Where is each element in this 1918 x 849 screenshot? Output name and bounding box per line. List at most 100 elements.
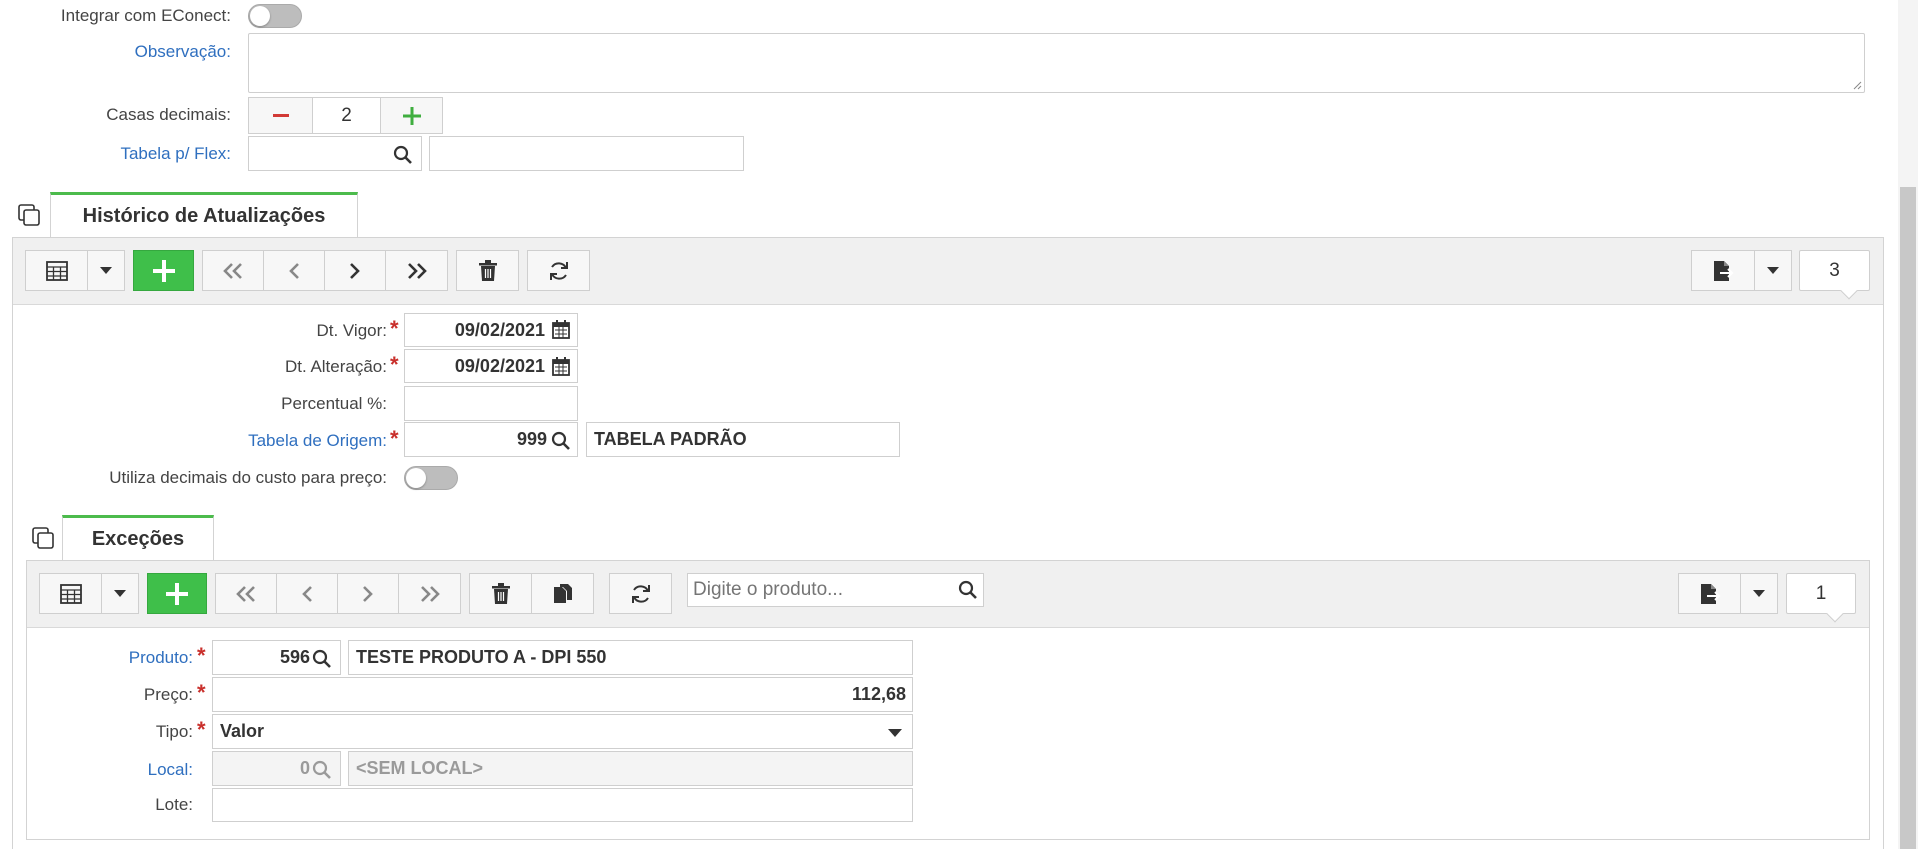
export-file-icon xyxy=(1700,583,1720,604)
chevron-left-icon xyxy=(302,585,312,602)
produto-label[interactable]: Produto: xyxy=(129,648,193,668)
tipo-label: Tipo: xyxy=(155,722,193,741)
dt-vigor-label: Dt. Vigor: xyxy=(316,321,387,340)
export-dropdown-button[interactable] xyxy=(1740,573,1778,614)
local-label[interactable]: Local: xyxy=(148,760,193,780)
required-indicator: * xyxy=(390,426,399,451)
search-icon[interactable] xyxy=(958,580,978,600)
minus-icon xyxy=(272,113,289,117)
tab-historico[interactable]: Histórico de Atualizações xyxy=(50,192,358,238)
econect-toggle[interactable] xyxy=(248,4,302,28)
trash-icon xyxy=(478,260,497,281)
last-record-button[interactable] xyxy=(398,573,461,614)
plus-icon xyxy=(402,106,421,125)
chevron-left-icon xyxy=(289,262,299,279)
export-button[interactable] xyxy=(1678,573,1741,614)
tab-excecoes[interactable]: Exceções xyxy=(62,515,214,561)
chevron-right-icon xyxy=(363,585,373,602)
copy-icon[interactable] xyxy=(18,204,42,228)
caret-down-icon xyxy=(1753,590,1765,597)
copy-icon[interactable] xyxy=(32,527,56,551)
grid-view-button[interactable] xyxy=(25,250,88,291)
dt-alteracao-label: Dt. Alteração: xyxy=(284,357,387,376)
double-chevron-right-icon xyxy=(407,262,427,279)
observacao-textarea[interactable] xyxy=(248,33,1865,93)
caret-down-icon xyxy=(100,267,112,274)
duplicate-button[interactable] xyxy=(531,573,594,614)
previous-record-button[interactable] xyxy=(276,573,338,614)
search-icon[interactable] xyxy=(312,649,332,669)
previous-record-button[interactable] xyxy=(263,250,325,291)
tabela-flex-label[interactable]: Tabela p/ Flex: xyxy=(120,144,231,164)
required-indicator: * xyxy=(197,680,206,705)
observacao-label[interactable]: Observação: xyxy=(135,42,231,62)
search-icon[interactable] xyxy=(393,145,413,165)
calendar-icon[interactable] xyxy=(552,357,570,376)
duplicate-icon xyxy=(553,583,572,603)
percentual-label: Percentual %: xyxy=(281,394,387,413)
trash-icon xyxy=(491,583,510,604)
add-button[interactable] xyxy=(147,573,207,614)
resize-handle-icon[interactable] xyxy=(1852,80,1862,90)
required-indicator: * xyxy=(390,352,399,377)
delete-button[interactable] xyxy=(456,250,519,291)
lote-label: Lote: xyxy=(155,795,193,814)
delete-button[interactable] xyxy=(469,573,532,614)
decrement-button[interactable] xyxy=(248,97,313,134)
preco-input[interactable]: 112,68 xyxy=(212,677,913,712)
tipo-selected-value: Valor xyxy=(220,721,265,741)
required-indicator: * xyxy=(197,643,206,668)
first-record-button[interactable] xyxy=(202,250,264,291)
preco-label: Preço: xyxy=(143,685,193,704)
export-button[interactable] xyxy=(1691,250,1755,291)
caret-down-icon xyxy=(114,590,126,597)
lote-input[interactable] xyxy=(212,788,913,822)
table-icon xyxy=(45,260,68,281)
table-icon xyxy=(59,583,82,604)
refresh-button[interactable] xyxy=(609,573,672,614)
chevron-right-icon xyxy=(350,262,360,279)
view-dropdown-button[interactable] xyxy=(87,250,125,291)
last-record-button[interactable] xyxy=(385,250,448,291)
double-chevron-left-icon xyxy=(236,585,255,602)
next-record-button[interactable] xyxy=(337,573,399,614)
tabela-flex-desc-input[interactable] xyxy=(429,136,744,171)
plus-icon xyxy=(152,259,175,282)
scrollbar-thumb[interactable] xyxy=(1900,187,1916,849)
search-icon[interactable] xyxy=(312,760,332,780)
local-desc-input[interactable]: <SEM LOCAL> xyxy=(348,751,913,786)
refresh-icon xyxy=(549,261,568,280)
econect-label: Integrar com EConect: xyxy=(60,6,231,25)
casas-decimais-label: Casas decimais: xyxy=(106,105,231,124)
required-indicator: * xyxy=(390,316,399,341)
record-counter: 1 xyxy=(1786,573,1856,614)
tabela-origem-label[interactable]: Tabela de Origem: xyxy=(248,431,387,451)
view-dropdown-button[interactable] xyxy=(101,573,139,614)
scrollbar-track[interactable] xyxy=(1898,0,1918,849)
required-indicator: * xyxy=(197,717,206,742)
export-file-icon xyxy=(1714,260,1734,281)
calendar-icon[interactable] xyxy=(552,320,570,339)
record-counter: 3 xyxy=(1799,250,1870,291)
refresh-icon xyxy=(631,584,650,603)
utiliza-decimais-toggle[interactable] xyxy=(404,466,458,490)
grid-view-button[interactable] xyxy=(39,573,102,614)
increment-button[interactable] xyxy=(380,97,443,134)
utiliza-decimais-label: Utiliza decimais do custo para preço: xyxy=(109,468,387,487)
double-chevron-right-icon xyxy=(420,585,440,602)
produto-search-input[interactable] xyxy=(687,573,984,607)
search-icon[interactable] xyxy=(551,431,571,451)
double-chevron-left-icon xyxy=(223,262,242,279)
produto-desc-input[interactable]: TESTE PRODUTO A - DPI 550 xyxy=(348,640,913,675)
plus-icon xyxy=(166,582,188,605)
first-record-button[interactable] xyxy=(215,573,277,614)
tabela-origem-desc-input[interactable]: TABELA PADRÃO xyxy=(586,422,900,457)
caret-down-icon xyxy=(888,729,902,737)
export-dropdown-button[interactable] xyxy=(1754,250,1792,291)
percentual-input[interactable] xyxy=(404,386,578,421)
refresh-button[interactable] xyxy=(527,250,590,291)
tipo-select[interactable]: Valor xyxy=(212,714,913,749)
add-button[interactable] xyxy=(133,250,194,291)
next-record-button[interactable] xyxy=(324,250,386,291)
casas-decimais-input[interactable]: 2 xyxy=(312,97,381,134)
